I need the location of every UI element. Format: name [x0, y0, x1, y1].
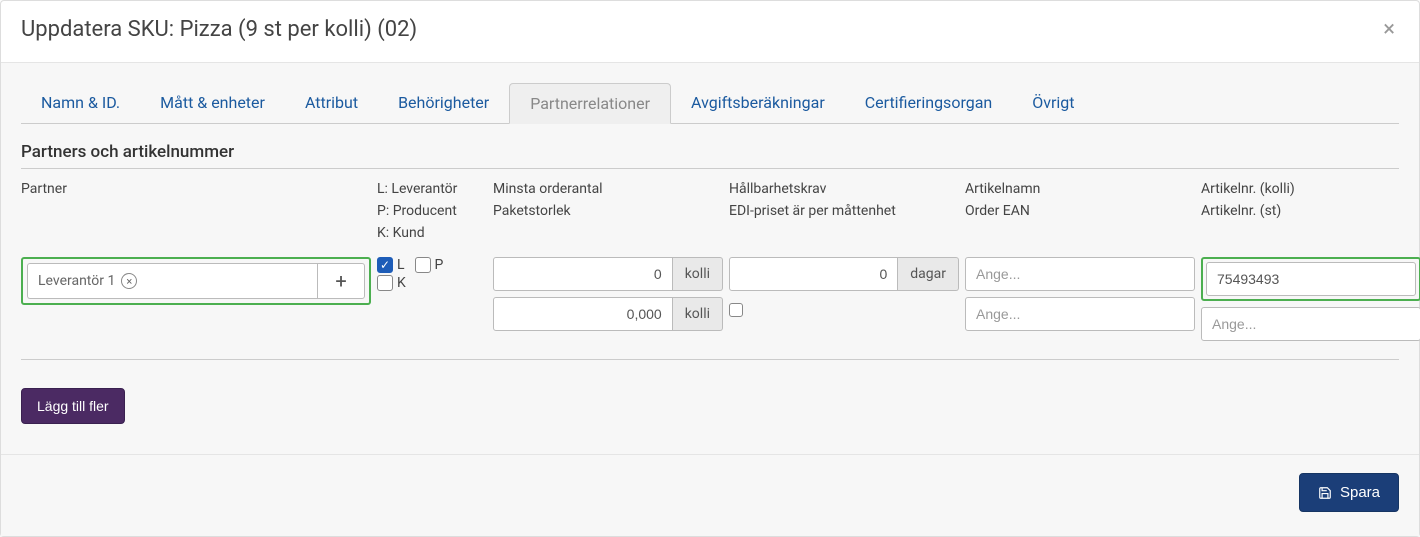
- add-partner-button[interactable]: +: [317, 263, 365, 299]
- type-checkbox-group: ✓ L P K: [377, 257, 487, 291]
- label-article-nr-kolli: Artikelnr. (kolli): [1201, 179, 1420, 201]
- tab-attributes[interactable]: Attribut: [285, 83, 378, 123]
- checkbox-k[interactable]: [377, 275, 393, 291]
- modal-header: Uppdatera SKU: Pizza (9 st per kolli) (0…: [1, 1, 1419, 63]
- add-more-button[interactable]: Lägg till fler: [21, 388, 125, 424]
- partner-input[interactable]: Leverantör 1 ×: [27, 263, 317, 299]
- save-button-label: Spara: [1340, 484, 1380, 501]
- label-article-nr-st: Artikelnr. (st): [1201, 201, 1420, 223]
- label-min-order: Minsta orderantal: [493, 179, 723, 201]
- tab-permissions[interactable]: Behörigheter: [378, 83, 509, 123]
- tab-measures[interactable]: Mått & enheter: [140, 83, 285, 123]
- min-order-unit: kolli: [673, 257, 723, 291]
- modal-body: Namn & ID. Mått & enheter Attribut Behör…: [1, 63, 1419, 454]
- label-edi-price: EDI-priset är per måttenhet: [729, 201, 959, 223]
- section-title: Partners och artikelnummer: [21, 142, 1399, 169]
- label-article-name: Artikelnamn: [965, 179, 1195, 201]
- checkbox-p-label: P: [435, 257, 444, 273]
- tabs: Namn & ID. Mått & enheter Attribut Behör…: [21, 83, 1399, 124]
- tab-name-id[interactable]: Namn & ID.: [21, 83, 140, 123]
- tab-other[interactable]: Övrigt: [1012, 83, 1094, 123]
- min-order-input[interactable]: [493, 257, 673, 291]
- label-type-l: L: Leverantör: [377, 179, 487, 201]
- order-ean-input[interactable]: [965, 297, 1195, 331]
- tab-fee-calc[interactable]: Avgiftsberäkningar: [671, 83, 845, 123]
- update-sku-modal: Uppdatera SKU: Pizza (9 st per kolli) (0…: [0, 0, 1420, 537]
- tab-cert-body[interactable]: Certifieringsorgan: [845, 83, 1013, 123]
- pack-size-input[interactable]: [493, 297, 673, 331]
- partner-chip-label: Leverantör 1: [38, 273, 115, 289]
- shelf-req-unit: dagar: [898, 257, 959, 291]
- shelf-req-input[interactable]: [729, 257, 898, 291]
- remove-chip-icon[interactable]: ×: [121, 273, 137, 289]
- label-order-ean: Order EAN: [965, 201, 1195, 223]
- save-icon: [1318, 486, 1332, 500]
- checkbox-l-label: L: [397, 257, 405, 273]
- checkbox-l[interactable]: ✓: [377, 257, 393, 273]
- label-type-p: P: Producent: [377, 201, 487, 223]
- pack-size-unit: kolli: [673, 297, 723, 331]
- label-pack-size: Paketstorlek: [493, 201, 723, 223]
- article-nr-kolli-input[interactable]: [1206, 262, 1416, 296]
- checkbox-p[interactable]: [415, 257, 431, 273]
- label-partner: Partner: [21, 179, 371, 201]
- label-shelf-req: Hållbarhetskrav: [729, 179, 959, 201]
- article-name-input[interactable]: [965, 257, 1195, 291]
- close-icon[interactable]: ×: [1379, 17, 1399, 42]
- save-button[interactable]: Spara: [1299, 473, 1399, 512]
- tab-partner-relations[interactable]: Partnerrelationer: [509, 83, 671, 124]
- checkbox-k-label: K: [397, 275, 406, 291]
- divider: [21, 359, 1399, 360]
- article-nr-st-input[interactable]: [1201, 307, 1420, 341]
- form-grid: Partner L: Leverantör P: Producent K: Ku…: [21, 179, 1399, 341]
- partner-select-wrapper: Leverantör 1 × +: [21, 257, 371, 305]
- modal-title: Uppdatera SKU: Pizza (9 st per kolli) (0…: [21, 17, 417, 42]
- label-type-k: K: Kund: [377, 223, 487, 245]
- edi-price-checkbox[interactable]: [729, 303, 743, 317]
